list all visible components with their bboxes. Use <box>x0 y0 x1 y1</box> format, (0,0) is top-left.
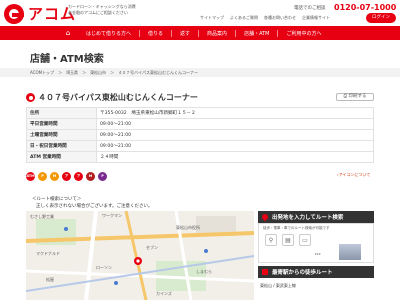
map-label: ローソン <box>96 265 112 270</box>
table-value: ２４時間 <box>96 151 374 163</box>
store-heading: ４０７号バイパス東松山むじんくんコーナー <box>26 92 198 103</box>
nav-item-store-atm[interactable]: 店舗・ATM <box>236 29 279 37</box>
table-row: 日・祝日営業時間 09:00～21:00 <box>26 140 374 152</box>
building-image <box>339 244 361 260</box>
tel-label: 電話でのご相談 <box>294 6 326 11</box>
nav-item-customers[interactable]: ご利用中の方へ <box>278 30 329 37</box>
station-route-title: 最寄駅からの徒歩ルート <box>272 270 333 276</box>
breadcrumb-current: ４０７号バイパス東松山むじんくんコーナー <box>118 70 198 75</box>
location-pin-icon <box>260 212 270 222</box>
nav-item-borrow[interactable]: 借りる <box>140 29 173 37</box>
nav-item-products[interactable]: 商品案内 <box>199 29 237 37</box>
breadcrumb: ACOMトップ ＞ 埼玉県 ＞ 東松山市 ＞ ４０７号バイパス東松山むじんくんコ… <box>0 68 400 77</box>
parking-badge-icon: P <box>98 172 107 181</box>
map-label: マクドナルド <box>36 250 60 256</box>
service-badges: ATM P M ア ア M P <box>26 172 107 181</box>
breadcrumb-top[interactable]: ACOMトップ <box>30 68 54 77</box>
route-search-title: ＜ルート検索について＞ <box>32 197 82 202</box>
table-row: 土曜営業時間 09:00～21:00 <box>26 129 374 141</box>
icon-legend-link[interactable]: ›アイコンについて <box>337 172 370 178</box>
map-label: 東松山市役所 <box>176 224 200 230</box>
station-line[interactable]: 東松山 / 東武東上線 <box>260 283 296 289</box>
map-label: ワークマン <box>102 212 122 218</box>
util-link-sitemap[interactable]: サイトマップ <box>200 15 224 21</box>
train-icon[interactable]: ▤ <box>282 234 294 246</box>
store-name: ４０７号バイパス東松山むじんくんコーナー <box>38 93 198 102</box>
table-row: 平日営業時間 09:00～21:00 <box>26 118 374 130</box>
map-poi-icon <box>64 227 68 231</box>
table-key: 住所 <box>26 107 97 119</box>
tel-number[interactable]: 0120-07-1000 <box>334 3 396 12</box>
map-poi-icon <box>114 281 118 285</box>
walk-icon[interactable]: ⚲ <box>265 234 277 246</box>
icon-legend-label: アイコンについて <box>338 172 371 177</box>
map-label: むさし野工業 <box>30 213 54 219</box>
breadcrumb-separator: ＞ <box>82 70 87 75</box>
map-view[interactable]: むさし野工業 ワークマン 東松山市役所 マクドナルド セブン ローソン 松屋 し… <box>26 211 254 300</box>
route-panel-title: 出発地を入力してルート検索 <box>272 215 344 221</box>
util-link-contact[interactable]: 各種お問い合わせ <box>264 15 296 21</box>
table-key: ATM 営業時間 <box>26 151 97 163</box>
store-pin-icon <box>26 93 35 102</box>
nav-item-beginners[interactable]: はじめて借りる方へ <box>78 29 141 37</box>
route-panel: 出発地を入力してルート検索 徒歩・電車・車でのルート検索が可能です ⚲ ▤ ▭ … <box>258 211 400 300</box>
route-panel-header: 出発地を入力してルート検索 <box>258 211 374 223</box>
table-row: 住所 〒355-0032 埼玉県東松山市新郷町１５－２ <box>26 107 374 119</box>
table-value: 09:00～21:00 <box>96 140 374 152</box>
map-label: セブン <box>146 244 158 250</box>
breadcrumb-prefecture[interactable]: 埼玉県 <box>66 68 78 77</box>
map-label: しまむら <box>196 268 212 274</box>
print-button-label: 印刷する <box>348 94 367 99</box>
map-poi-icon <box>204 249 208 253</box>
printer-icon: ⎙ <box>343 94 348 99</box>
breadcrumb-city[interactable]: 東松山市 <box>90 68 106 77</box>
site-header: アコム カードローン・キャッシングなら消費者金融のアコムにご相談ください 電話で… <box>0 0 400 26</box>
breadcrumb-separator: ＞ <box>110 70 115 75</box>
breadcrumb-separator: ＞ <box>58 70 63 75</box>
page-title: 店舗・ATM検索 <box>30 54 104 65</box>
print-button[interactable]: ⎙ 印刷する <box>336 93 374 101</box>
store-info-table: 住所 〒355-0032 埼玉県東松山市新郷町１５－２ 平日営業時間 09:00～2… <box>26 107 374 163</box>
acom-badge-icon: ア <box>62 172 71 181</box>
table-row: ATM 営業時間 ２４時間 <box>26 151 374 163</box>
header-tagline: カードローン・キャッシングなら消費者金融のアコムにご相談ください <box>68 4 136 15</box>
login-button[interactable]: ログイン <box>366 13 396 23</box>
machine-badge-icon: M <box>50 172 59 181</box>
nav-item-repay[interactable]: 返す <box>172 29 200 37</box>
map-canvas: むさし野工業 ワークマン 東松山市役所 マクドナルド セブン ローソン 松屋 し… <box>26 211 254 300</box>
global-nav: ⌂ はじめて借りる方へ 借りる 返す 商品案内 店舗・ATM ご利用中の方へ <box>0 26 400 40</box>
arrow-right-icon: ▸▸▸ <box>315 251 322 256</box>
parking-badge-icon: P <box>38 172 47 181</box>
car-icon[interactable]: ▭ <box>299 234 311 246</box>
route-search-note: 正しく表示されない場合がございます。ご注意ください。 <box>36 204 153 209</box>
travel-mode-icons: ⚲ ▤ ▭ <box>265 234 311 246</box>
logo-mark-icon <box>4 3 24 24</box>
table-key: 土曜営業時間 <box>26 129 97 141</box>
table-value: 09:00～21:00 <box>96 118 374 130</box>
table-value: 09:00～21:00 <box>96 129 374 141</box>
table-key: 日・祝日営業時間 <box>26 140 97 152</box>
acom-logo[interactable]: アコム <box>4 3 76 24</box>
util-link-corporate[interactable]: 企業情報サイト <box>302 15 330 21</box>
station-route-header: 最寄駅からの徒歩ルート <box>258 266 374 278</box>
table-key: 平日営業時間 <box>26 118 97 130</box>
map-label: カインズ <box>156 290 172 296</box>
route-caption: 徒歩・電車・車でのルート検索が可能です <box>263 226 330 230</box>
station-icon <box>262 269 268 275</box>
table-value: 〒355-0032 埼玉県東松山市新郷町１５－２ <box>96 107 374 119</box>
home-icon[interactable]: ⌂ <box>64 29 72 37</box>
acom-badge-icon: ア <box>74 172 83 181</box>
route-search-box[interactable]: 徒歩・電車・車でのルート検索が可能です ⚲ ▤ ▭ ▸▸▸ <box>258 223 374 263</box>
atm-badge-icon: ATM <box>26 172 35 181</box>
map-label: 松屋 <box>46 276 54 282</box>
machine-badge-icon: M <box>86 172 95 181</box>
utility-links: サイトマップ よくあるご質問 各種お問い合わせ 企業情報サイト <box>200 15 330 21</box>
util-link-faq[interactable]: よくあるご質問 <box>230 15 258 21</box>
